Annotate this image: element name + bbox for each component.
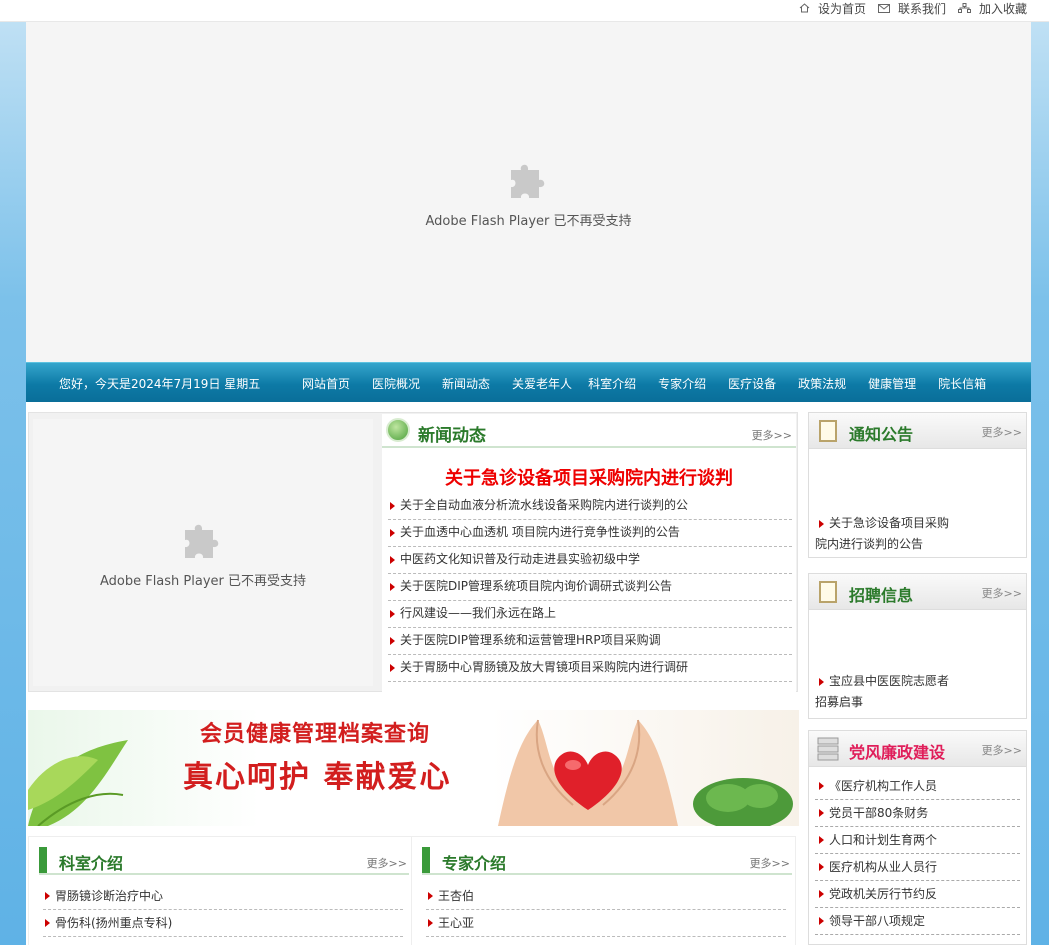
home-icon bbox=[799, 3, 810, 13]
list-item[interactable]: 党政机关厉行节约反 bbox=[815, 881, 1020, 908]
page-background-right bbox=[1031, 22, 1049, 945]
notice-header: 通知公告 更多>> bbox=[809, 413, 1026, 449]
list-item[interactable]: 行风建设——我们永远在路上 bbox=[388, 601, 792, 628]
experts-list: 王杏伯 王心亚 bbox=[426, 883, 786, 937]
departments-section: 科室介绍 更多>> 胃肠镜诊断治疗中心 骨伤科(扬州重点专科) bbox=[28, 836, 413, 945]
integrity-more-link[interactable]: 更多>> bbox=[982, 742, 1022, 758]
promo-title: 会员健康管理档案查询 bbox=[200, 722, 431, 747]
notice-title: 通知公告 bbox=[849, 425, 914, 444]
list-item[interactable]: 中医药文化知识普及行动走进县实验初级中学 bbox=[388, 547, 792, 574]
nav-item-home[interactable]: 网站首页 bbox=[302, 375, 350, 392]
integrity-header: 党风廉政建设 更多>> bbox=[809, 731, 1026, 767]
departments-header: 科室介绍 更多>> bbox=[39, 847, 409, 875]
list-item[interactable]: 骨伤科(扬州重点专科) bbox=[43, 910, 403, 937]
list-item[interactable]: 《医疗机构工作人员 bbox=[815, 773, 1020, 800]
contact-us-label: 联系我们 bbox=[897, 1, 946, 16]
notepad-icon bbox=[819, 420, 837, 442]
list-item[interactable]: 关于全自动血液分析流水线设备采购院内进行谈判的公 bbox=[388, 493, 792, 520]
nav-item-health-management[interactable]: 健康管理 bbox=[868, 375, 916, 392]
experts-title: 专家介绍 bbox=[442, 854, 507, 873]
news-section: 新闻动态 更多>> 关于急诊设备项目采购院内进行谈判 关于全自动血液分析流水线设… bbox=[382, 414, 796, 696]
nav-item-elderly-care[interactable]: 关爱老年人 bbox=[512, 375, 572, 392]
news-headline[interactable]: 关于急诊设备项目采购院内进行谈判 bbox=[382, 464, 796, 490]
main-nav-bar: 您好，今天是2024年7月19日 星期五 网站首页 医院概况 新闻动态 关爱老年… bbox=[26, 362, 1031, 402]
nav-item-equipment[interactable]: 医疗设备 bbox=[728, 375, 776, 392]
recruitment-more-link[interactable]: 更多>> bbox=[982, 585, 1022, 601]
notice-more-link[interactable]: 更多>> bbox=[982, 424, 1022, 440]
puzzle-plugin-icon bbox=[510, 164, 544, 198]
nav-item-director-mailbox[interactable]: 院长信箱 bbox=[938, 375, 986, 392]
list-item[interactable]: 王杏伯 bbox=[426, 883, 786, 910]
news-header: 新闻动态 更多>> bbox=[382, 414, 796, 448]
mail-icon bbox=[877, 3, 890, 13]
news-title: 新闻动态 bbox=[418, 426, 486, 446]
flash-banner: Adobe Flash Player 已不再受支持 bbox=[26, 22, 1031, 362]
main-container: Adobe Flash Player 已不再受支持 您好，今天是2024年7月1… bbox=[26, 22, 1031, 945]
list-item[interactable]: 关于胃肠中心胃肠镜及放大胃镜项目采购院内进行调研 bbox=[388, 655, 792, 682]
recruitment-header: 招聘信息 更多>> bbox=[809, 574, 1026, 610]
integrity-list: 《医疗机构工作人员 党员干部80条财务 人口和计划生育两个 医疗机构从业人员行 … bbox=[815, 773, 1020, 935]
nav-item-policy[interactable]: 政策法规 bbox=[798, 375, 846, 392]
notice-body: 关于急诊设备项目采购 院内进行谈判的公告 bbox=[809, 449, 1026, 557]
list-item[interactable]: 关于医院DIP管理系统和运营管理HRP项目采购调 bbox=[388, 628, 792, 655]
flash-slideshow: Adobe Flash Player 已不再受支持 bbox=[33, 419, 373, 686]
recruitment-item-line1: 宝应县中医医院志愿者 bbox=[829, 674, 950, 688]
list-item[interactable]: 医疗机构从业人员行 bbox=[815, 854, 1020, 881]
list-item[interactable]: 关于医院DIP管理系统项目院内询价调研式谈判公告 bbox=[388, 574, 792, 601]
experts-header: 专家介绍 更多>> bbox=[422, 847, 792, 875]
notice-panel: 通知公告 更多>> 关于急诊设备项目采购 院内进行谈判的公告 bbox=[808, 412, 1027, 558]
nav-menu: 网站首页 医院概况 新闻动态 关爱老年人 科室介绍 专家介绍 医疗设备 政策法规… bbox=[302, 363, 1008, 403]
notice-item-line2: 院内进行谈判的公告 bbox=[815, 537, 924, 551]
nav-item-departments[interactable]: 科室介绍 bbox=[588, 375, 636, 392]
notice-item-line1: 关于急诊设备项目采购 bbox=[829, 516, 950, 530]
nav-item-overview[interactable]: 医院概况 bbox=[372, 375, 420, 392]
top-utility-bar: 设为首页 联系我们 加入收藏 bbox=[0, 0, 1049, 22]
recruitment-item-line2: 招募启事 bbox=[815, 695, 864, 709]
recruitment-panel: 招聘信息 更多>> 宝应县中医医院志愿者 招募启事 bbox=[808, 573, 1027, 719]
list-item[interactable]: 党员干部80条财务 bbox=[815, 800, 1020, 827]
health-records-promo-banner[interactable]: 会员健康管理档案查询 真心呵护 奉献爱心 bbox=[28, 710, 799, 826]
add-favorite-link[interactable]: 加入收藏 bbox=[957, 0, 1027, 17]
news-more-link[interactable]: 更多>> bbox=[752, 427, 792, 443]
notice-item[interactable]: 关于急诊设备项目采购 院内进行谈判的公告 bbox=[815, 513, 949, 557]
recruitment-title: 招聘信息 bbox=[849, 586, 914, 605]
notepad-icon bbox=[819, 581, 837, 603]
departments-more-link[interactable]: 更多>> bbox=[367, 855, 407, 871]
document-stack-icon bbox=[817, 737, 839, 761]
list-item[interactable]: 人口和计划生育两个 bbox=[815, 827, 1020, 854]
experts-section: 专家介绍 更多>> 王杏伯 王心亚 bbox=[411, 836, 796, 945]
set-homepage-link[interactable]: 设为首页 bbox=[799, 0, 866, 17]
list-item[interactable]: 王心亚 bbox=[426, 910, 786, 937]
departments-list: 胃肠镜诊断治疗中心 骨伤科(扬州重点专科) bbox=[43, 883, 403, 937]
contact-us-link[interactable]: 联系我们 bbox=[877, 0, 946, 17]
news-list: 关于全自动血液分析流水线设备采购院内进行谈判的公 关于血透中心血透机 项目院内进… bbox=[388, 493, 792, 682]
set-homepage-label: 设为首页 bbox=[817, 1, 866, 16]
sitemap-icon bbox=[957, 3, 971, 13]
list-item[interactable]: 领导干部八项规定 bbox=[815, 908, 1020, 935]
promo-slogan: 真心呵护 奉献爱心 bbox=[183, 760, 452, 795]
experts-more-link[interactable]: 更多>> bbox=[750, 855, 790, 871]
integrity-panel: 党风廉政建设 更多>> 《医疗机构工作人员 党员干部80条财务 人口和计划生育两… bbox=[808, 730, 1027, 945]
list-item[interactable]: 胃肠镜诊断治疗中心 bbox=[43, 883, 403, 910]
tree-decoration bbox=[693, 778, 793, 826]
date-greeting: 您好，今天是2024年7月19日 星期五 bbox=[59, 377, 261, 391]
integrity-title: 党风廉政建设 bbox=[849, 743, 946, 762]
flash-unsupported-message: Adobe Flash Player 已不再受支持 bbox=[425, 213, 632, 229]
flash-unsupported-message-small: Adobe Flash Player 已不再受支持 bbox=[99, 574, 307, 589]
nav-item-news[interactable]: 新闻动态 bbox=[442, 375, 490, 392]
recruitment-item[interactable]: 宝应县中医医院志愿者 招募启事 bbox=[815, 671, 949, 713]
list-item[interactable]: 关于血透中心血透机 项目院内进行竞争性谈判的公告 bbox=[388, 520, 792, 547]
page-background-left bbox=[0, 22, 26, 945]
puzzle-plugin-icon bbox=[185, 524, 219, 558]
hands-holding-heart-image bbox=[498, 719, 678, 826]
departments-title: 科室介绍 bbox=[59, 854, 124, 873]
recruitment-body: 宝应县中医医院志愿者 招募启事 bbox=[809, 610, 1026, 718]
add-favorite-label: 加入收藏 bbox=[978, 1, 1027, 16]
green-leaves-decoration bbox=[28, 740, 128, 826]
nav-item-experts[interactable]: 专家介绍 bbox=[658, 375, 706, 392]
news-globe-icon bbox=[386, 418, 410, 442]
